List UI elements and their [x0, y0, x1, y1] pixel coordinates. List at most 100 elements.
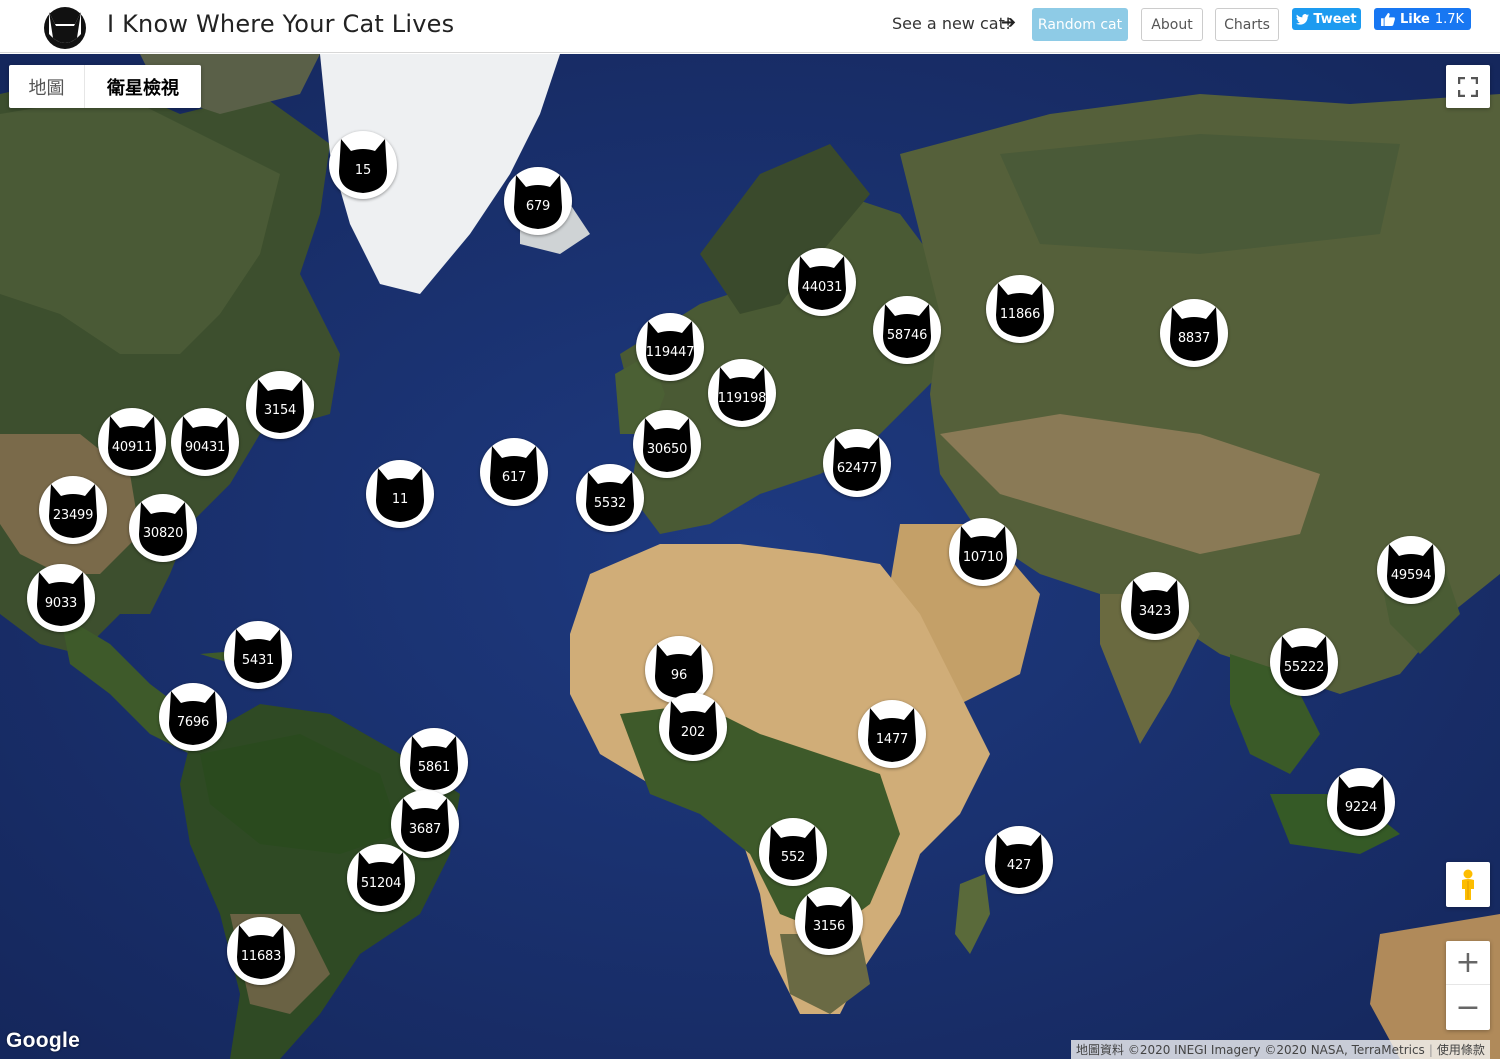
map-type-map-button[interactable]: 地圖	[9, 65, 85, 108]
cat-cluster-marker[interactable]: 51204	[347, 844, 415, 912]
cat-cluster-marker[interactable]: 617	[480, 438, 548, 506]
cat-cluster-marker[interactable]: 3154	[246, 371, 314, 439]
fullscreen-icon	[1458, 76, 1478, 97]
cluster-count: 1477	[875, 732, 909, 747]
arrow-right-icon: ➔	[1001, 12, 1017, 33]
cluster-count: 119447	[645, 345, 695, 360]
map-attribution: 地圖資料 ©2020 INEGI Imagery ©2020 NASA, Ter…	[1071, 1040, 1490, 1059]
cluster-count: 5431	[241, 653, 275, 668]
map-type-control: 地圖 衛星檢視	[9, 65, 201, 108]
fullscreen-button[interactable]	[1446, 65, 1490, 108]
cat-cluster-marker[interactable]: 62477	[823, 429, 891, 497]
tweet-button[interactable]: Tweet	[1292, 8, 1361, 30]
cluster-count: 5861	[417, 760, 451, 775]
thumbs-up-icon	[1381, 12, 1395, 26]
cat-cluster-marker[interactable]: 8837	[1160, 299, 1228, 367]
cluster-count: 9224	[1344, 800, 1378, 815]
cat-cluster-marker[interactable]: 3156	[795, 887, 863, 955]
cluster-count: 11866	[999, 307, 1041, 322]
cat-cluster-marker[interactable]: 55222	[1270, 628, 1338, 696]
cat-cluster-marker[interactable]: 23499	[39, 476, 107, 544]
cat-cluster-marker[interactable]: 679	[504, 167, 572, 235]
cat-cluster-marker[interactable]: 44031	[788, 248, 856, 316]
cat-cluster-marker[interactable]: 5431	[224, 621, 292, 689]
charts-button[interactable]: Charts	[1215, 8, 1279, 41]
cluster-count: 23499	[52, 508, 94, 523]
satellite-terrain	[0, 54, 1500, 1059]
cat-cluster-marker[interactable]: 119447	[636, 313, 704, 381]
about-button[interactable]: About	[1141, 8, 1203, 41]
cluster-count: 3687	[408, 822, 442, 837]
google-logo: Google	[6, 1029, 81, 1052]
cluster-count: 11	[391, 492, 409, 507]
cluster-count: 202	[680, 725, 706, 740]
cluster-count: 9033	[44, 596, 78, 611]
cat-cluster-marker[interactable]: 11683	[227, 917, 295, 985]
cluster-count: 5532	[593, 496, 627, 511]
cluster-count: 679	[525, 199, 551, 214]
cluster-count: 7696	[176, 715, 210, 730]
cat-cluster-marker[interactable]: 1477	[858, 700, 926, 768]
cat-cluster-marker[interactable]: 9033	[27, 564, 95, 632]
cluster-count: 58746	[886, 328, 928, 343]
cat-cluster-marker[interactable]: 90431	[171, 408, 239, 476]
cluster-count: 552	[780, 850, 806, 865]
like-count: 1.7K	[1434, 11, 1465, 27]
tweet-label: Tweet	[1313, 11, 1357, 27]
cat-cluster-marker[interactable]: 427	[985, 826, 1053, 894]
cluster-count: 3423	[1138, 604, 1172, 619]
twitter-bird-icon	[1296, 13, 1310, 25]
world-map[interactable]: 地圖 衛星檢視 15 679 44031 11866 58746 8837 119447 11…	[0, 54, 1500, 1059]
cluster-count: 15	[354, 163, 372, 178]
cluster-count: 96	[670, 668, 688, 683]
cat-cluster-marker[interactable]: 5532	[576, 464, 644, 532]
cluster-count: 119198	[717, 391, 767, 406]
cluster-count: 3154	[263, 403, 297, 418]
cat-cluster-marker[interactable]: 58746	[873, 296, 941, 364]
like-label: Like	[1399, 11, 1430, 27]
pegman-icon	[1462, 869, 1474, 900]
top-navbar: I Know Where Your Cat Lives See a new ca…	[0, 0, 1500, 53]
cat-cluster-marker[interactable]: 40911	[98, 408, 166, 476]
zoom-in-button[interactable]: +	[1446, 941, 1490, 985]
cluster-count: 51204	[360, 876, 402, 891]
cluster-count: 427	[1006, 858, 1032, 873]
cat-cluster-marker[interactable]: 3423	[1121, 572, 1189, 640]
see-new-cat-label: See a new cat!	[892, 14, 1012, 33]
cat-cluster-marker[interactable]: 30820	[129, 494, 197, 562]
cluster-count: 55222	[1283, 660, 1325, 675]
site-title[interactable]: I Know Where Your Cat Lives	[107, 10, 454, 38]
terms-of-use-link[interactable]: 使用條款	[1437, 1041, 1485, 1058]
cluster-count: 617	[501, 470, 527, 485]
attribution-text[interactable]: 地圖資料 ©2020 INEGI Imagery ©2020 NASA, Ter…	[1076, 1041, 1425, 1058]
cat-logo-icon[interactable]	[40, 4, 90, 50]
random-cat-button[interactable]: Random cat	[1032, 8, 1128, 41]
facebook-like-button[interactable]: Like 1.7K	[1374, 8, 1471, 30]
cat-cluster-marker[interactable]: 11	[366, 460, 434, 528]
map-type-satellite-button[interactable]: 衛星檢視	[85, 65, 201, 108]
cluster-count: 30650	[646, 442, 688, 457]
cat-cluster-marker[interactable]: 202	[659, 693, 727, 761]
cluster-count: 49594	[1390, 568, 1432, 583]
cat-cluster-marker[interactable]: 10710	[949, 518, 1017, 586]
cluster-count: 30820	[142, 526, 184, 541]
cluster-count: 3156	[812, 919, 846, 934]
cluster-count: 90431	[184, 440, 226, 455]
cat-cluster-marker[interactable]: 15	[329, 131, 397, 199]
cat-cluster-marker[interactable]: 7696	[159, 683, 227, 751]
attribution-separator: |	[1428, 1042, 1433, 1057]
cat-cluster-marker[interactable]: 5861	[400, 728, 468, 796]
cat-cluster-marker[interactable]: 9224	[1327, 768, 1395, 836]
cluster-count: 11683	[240, 949, 282, 964]
zoom-control: + −	[1446, 941, 1490, 1030]
cluster-count: 10710	[962, 550, 1004, 565]
cluster-count: 62477	[836, 461, 878, 476]
cat-cluster-marker[interactable]: 11866	[986, 275, 1054, 343]
cat-cluster-marker[interactable]: 552	[759, 818, 827, 886]
cat-cluster-marker[interactable]: 119198	[708, 359, 776, 427]
zoom-out-button[interactable]: −	[1446, 985, 1490, 1029]
cat-cluster-marker[interactable]: 49594	[1377, 536, 1445, 604]
cluster-count: 8837	[1177, 331, 1211, 346]
cluster-count: 44031	[801, 280, 843, 295]
street-view-pegman-button[interactable]	[1446, 862, 1490, 907]
